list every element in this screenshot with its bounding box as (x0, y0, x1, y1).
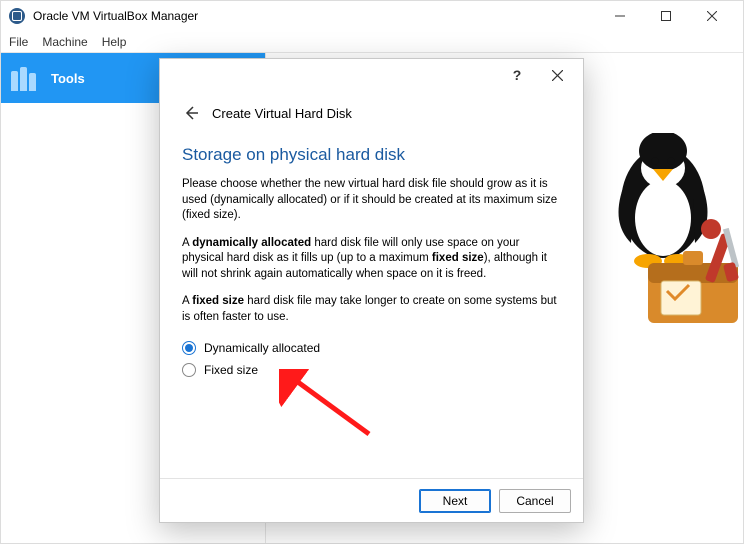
dialog-body: Create Virtual Hard Disk Storage on phys… (160, 97, 583, 381)
dialog-breadcrumb: Create Virtual Hard Disk (182, 97, 561, 129)
radio-fixed-size[interactable]: Fixed size (182, 359, 561, 381)
dialog-titlebar[interactable]: ? (160, 59, 583, 91)
dialog-footer: Next Cancel (160, 478, 583, 522)
paragraph-fixed: A fixed size hard disk file may take lon… (182, 294, 561, 325)
section-heading: Storage on physical hard disk (182, 145, 561, 165)
sidebar-item-label: Tools (51, 71, 85, 86)
titlebar[interactable]: Oracle VM VirtualBox Manager (1, 1, 743, 31)
menu-help[interactable]: Help (102, 35, 127, 49)
virtualbox-icon (9, 8, 25, 24)
menubar: File Machine Help (1, 31, 743, 53)
menu-file[interactable]: File (9, 35, 28, 49)
radio-label: Dynamically allocated (204, 341, 320, 355)
menu-machine[interactable]: Machine (42, 35, 87, 49)
close-button[interactable] (689, 1, 735, 31)
maximize-button[interactable] (643, 1, 689, 31)
back-button[interactable] (182, 104, 200, 122)
radio-dynamically-allocated[interactable]: Dynamically allocated (182, 337, 561, 359)
minimize-button[interactable] (597, 1, 643, 31)
next-button[interactable]: Next (419, 489, 491, 513)
cancel-button[interactable]: Cancel (499, 489, 571, 513)
window-controls (597, 1, 735, 31)
dialog-title: Create Virtual Hard Disk (212, 106, 352, 121)
create-virtual-hard-disk-dialog: ? Create Virtual Hard Disk Storage on ph… (159, 58, 584, 523)
app-title: Oracle VM VirtualBox Manager (33, 9, 198, 23)
tools-icon (11, 65, 43, 91)
penguin-toolbox-image (593, 133, 744, 353)
paragraph-intro: Please choose whether the new virtual ha… (182, 177, 561, 224)
radio-label: Fixed size (204, 363, 258, 377)
storage-type-radio-group: Dynamically allocated Fixed size (182, 337, 561, 381)
dialog-help-button[interactable]: ? (497, 59, 537, 91)
radio-icon (182, 363, 196, 377)
dialog-close-button[interactable] (537, 59, 577, 91)
radio-icon (182, 341, 196, 355)
paragraph-dynamic: A dynamically allocated hard disk file w… (182, 236, 561, 283)
